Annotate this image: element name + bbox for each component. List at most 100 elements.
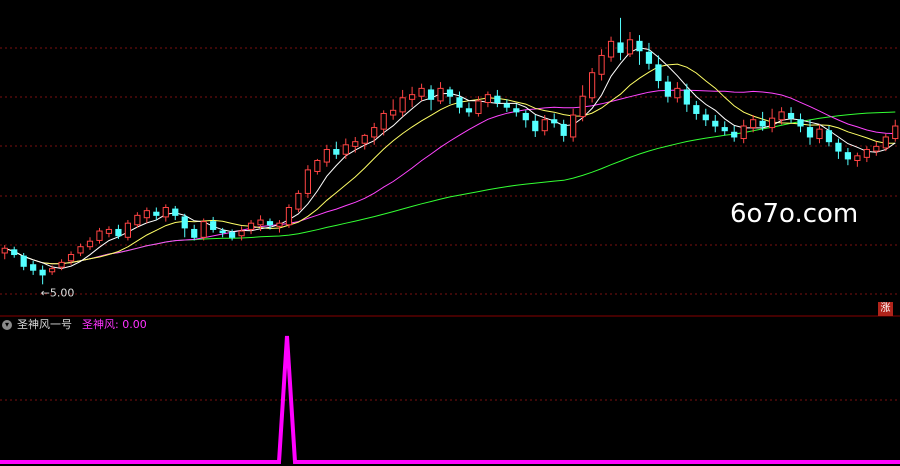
candle-body <box>11 249 18 256</box>
candle-body <box>124 222 132 238</box>
watermark-text: 6o7o.com <box>730 199 858 229</box>
candle-body <box>598 54 605 75</box>
candle-body <box>115 228 122 237</box>
candle-body <box>247 222 255 230</box>
candle-body <box>579 95 586 118</box>
candle-body <box>380 112 387 130</box>
candle-body <box>143 210 150 219</box>
candle-body <box>484 94 491 103</box>
candle-body <box>409 94 416 100</box>
candle-body <box>617 42 624 53</box>
candle-body <box>49 268 56 273</box>
candle-body <box>266 221 274 226</box>
candle-body <box>759 120 766 127</box>
candle-body <box>589 72 596 99</box>
candle-body <box>683 89 690 105</box>
candle-body <box>314 159 321 172</box>
indicator-signal-line <box>0 335 900 464</box>
candle-body <box>806 127 814 138</box>
candle-body <box>390 109 397 116</box>
candle-body <box>446 89 454 97</box>
candle-body <box>816 128 823 140</box>
candle-body <box>712 120 719 127</box>
candle-body <box>513 108 520 113</box>
candle-body <box>844 152 852 160</box>
candle-body <box>86 240 94 248</box>
candle-body <box>181 216 188 229</box>
ma60-line <box>4 111 896 265</box>
candle-body <box>721 127 728 132</box>
candle-body <box>172 208 179 216</box>
candle-body <box>892 125 899 140</box>
price-chart[interactable]: ←5.00 6o7o.com <box>0 0 900 466</box>
candle-body <box>304 169 311 194</box>
candle-body <box>475 100 482 114</box>
candle-body <box>503 103 510 108</box>
candle-body <box>58 261 65 268</box>
candle-body <box>323 149 330 163</box>
candle-body <box>67 254 75 262</box>
candle-body <box>96 230 103 241</box>
candle-body <box>295 192 302 210</box>
candle-body <box>607 40 615 58</box>
candle-body <box>674 87 681 99</box>
candle-body <box>787 112 795 119</box>
indicator-value: 圣神风: 0.00 <box>82 318 147 332</box>
ma20-line <box>4 89 896 265</box>
candle-body <box>191 228 198 238</box>
candle-body <box>77 246 84 254</box>
candle-body <box>570 114 577 138</box>
candle-body <box>522 112 529 121</box>
candle-body <box>863 149 870 158</box>
indicator-name[interactable]: 圣神风一号 <box>17 318 72 332</box>
candle-body <box>456 97 463 108</box>
candle-body <box>20 255 27 267</box>
candle-body <box>873 145 880 152</box>
candle-body <box>551 119 558 124</box>
candle-body <box>797 119 804 127</box>
candle-body <box>882 136 889 149</box>
indicator-series-value: 0.00 <box>122 318 147 331</box>
candle-body <box>371 127 378 138</box>
candle-body <box>740 125 747 140</box>
candle-body <box>352 141 359 147</box>
candle-body <box>105 228 113 234</box>
candle-body <box>418 87 425 97</box>
candle-body <box>541 119 548 132</box>
chevron-down-icon[interactable]: ▾ <box>2 320 12 330</box>
candle-body <box>664 81 672 97</box>
candle-body <box>437 87 444 102</box>
candle-body <box>399 97 406 113</box>
candle-body <box>494 95 501 103</box>
candle-body <box>361 134 368 144</box>
indicator-header: ▾ 圣神风一号 圣神风: 0.00 <box>0 318 900 333</box>
candle-body <box>655 64 662 82</box>
candle-body <box>465 108 473 113</box>
candle-body <box>645 51 653 64</box>
candle-body <box>769 117 776 129</box>
candle-body <box>238 230 245 237</box>
candle-body <box>285 207 293 226</box>
candle-body <box>39 269 46 276</box>
candle-body <box>825 130 833 143</box>
candle-body <box>731 131 738 138</box>
candle-body <box>30 264 37 271</box>
rise-badge[interactable]: 涨 <box>878 302 893 316</box>
candle-body <box>333 149 340 155</box>
candle-body <box>750 119 757 129</box>
candle-body <box>560 123 567 136</box>
candle-body <box>162 207 169 218</box>
candle-body <box>210 221 217 230</box>
candle-body <box>342 144 349 155</box>
candle-body <box>626 39 634 55</box>
candle-body <box>702 114 709 121</box>
low-price-marker: ←5.00 <box>41 286 75 299</box>
candle-body <box>1 247 8 254</box>
candle-body <box>854 155 861 161</box>
candle-body <box>134 214 141 226</box>
candle-body <box>200 221 207 238</box>
ma5-line <box>4 47 896 270</box>
rise-badge-label: 涨 <box>880 303 891 314</box>
candle-body <box>427 89 435 100</box>
candle-body <box>219 230 226 234</box>
